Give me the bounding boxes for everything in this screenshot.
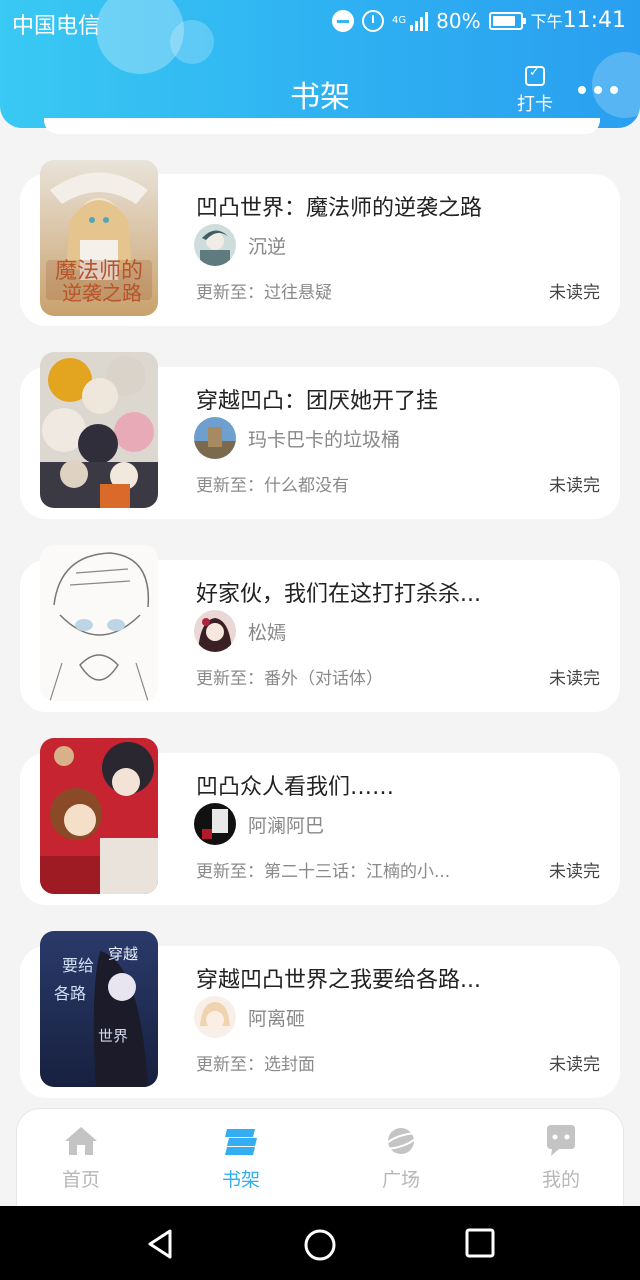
clock: 11:41	[562, 8, 626, 33]
author-avatar	[194, 996, 236, 1038]
tab-label: 首页	[61, 1169, 100, 1191]
svg-text:逆袭之路: 逆袭之路	[62, 281, 142, 305]
latest-chapter: 过往悬疑	[264, 283, 332, 303]
read-status: 未读完	[549, 283, 600, 303]
recents-square-icon[interactable]	[465, 1228, 495, 1258]
tab-mine[interactable]: 我的	[511, 1125, 611, 1192]
system-nav-bar	[0, 1206, 640, 1280]
author-name: 阿澜阿巴	[248, 814, 325, 837]
svg-text:要给: 要给	[62, 956, 94, 975]
home-icon	[65, 1127, 97, 1155]
calendar-check-icon	[525, 65, 545, 86]
author-name: 玛卡巴卡的垃圾桶	[248, 428, 401, 451]
tab-label: 我的	[541, 1169, 580, 1191]
author-row: 阿澜阿巴	[194, 803, 324, 845]
author-name: 阿离砸	[248, 1007, 306, 1030]
status-icons: 4G 80% 下午11:41	[332, 8, 626, 33]
author-row: 玛卡巴卡的垃圾桶	[194, 417, 400, 459]
tab-plaza[interactable]: 广场	[351, 1125, 451, 1192]
author-avatar	[194, 803, 236, 845]
latest-chapter: 第二十三话：江楠的小...	[264, 862, 451, 882]
update-info: 更新至：过往悬疑	[196, 283, 332, 303]
author-avatar	[194, 610, 236, 652]
read-status: 未读完	[549, 476, 600, 496]
book-cover[interactable]	[40, 738, 158, 894]
planet-icon	[383, 1128, 419, 1154]
read-status: 未读完	[549, 1055, 600, 1075]
tab-label: 书架	[221, 1169, 260, 1191]
read-status: 未读完	[549, 862, 600, 882]
back-triangle-icon[interactable]	[144, 1228, 176, 1260]
checkin-label: 打卡	[517, 94, 553, 115]
book-cover[interactable]	[40, 545, 158, 701]
book-title: 凹凸世界：魔法师的逆袭之路	[196, 196, 483, 221]
author-avatar	[194, 417, 236, 459]
checkin-button[interactable]: 打卡	[512, 65, 558, 116]
more-dots-icon	[578, 86, 586, 94]
home-circle-icon[interactable]	[303, 1228, 337, 1262]
signal-icon	[410, 11, 429, 31]
book-title: 凹凸众人看我们……	[196, 775, 395, 800]
chat-bubble-icon	[547, 1125, 575, 1156]
book-title: 好家伙，我们在这打打杀杀...	[196, 582, 481, 607]
author-name: 松嫣	[248, 621, 287, 644]
carrier-name: 中国电信	[12, 14, 101, 39]
update-info: 更新至：什么都没有	[196, 476, 349, 496]
author-name: 沉逆	[248, 235, 287, 258]
app-header: 中国电信 4G 80% 下午11:41 书架 打卡	[0, 0, 640, 128]
author-row: 松嫣	[194, 610, 286, 652]
update-info: 更新至：第二十三话：江楠的小...	[196, 862, 451, 882]
svg-text:穿越: 穿越	[108, 945, 138, 963]
time-ampm: 下午	[530, 12, 563, 31]
latest-chapter: 番外（对话体）	[264, 669, 383, 689]
author-avatar	[194, 224, 236, 266]
battery-icon	[488, 11, 526, 30]
read-status: 未读完	[549, 669, 600, 689]
previous-card-edge	[44, 118, 600, 134]
battery-percent: 80%	[436, 8, 481, 33]
book-cover[interactable]: 要给 各路 穿越 世界	[40, 931, 158, 1087]
status-bar: 中国电信 4G 80% 下午11:41	[0, 0, 640, 44]
author-row: 阿离砸	[194, 996, 305, 1038]
book-title: 穿越凹凸：团厌她开了挂	[196, 389, 439, 414]
latest-chapter: 选封面	[264, 1055, 315, 1075]
book-title: 穿越凹凸世界之我要给各路...	[196, 968, 481, 993]
latest-chapter: 什么都没有	[264, 476, 349, 496]
network-type: 4G	[392, 14, 407, 26]
tab-label: 广场	[381, 1169, 420, 1191]
svg-text:各路: 各路	[54, 984, 86, 1003]
bottom-tab-bar: 首页 书架 广场 我的	[16, 1108, 624, 1212]
bookshelf-icon	[225, 1129, 257, 1155]
alarm-icon	[362, 9, 384, 32]
tab-home[interactable]: 首页	[31, 1125, 131, 1192]
svg-text:世界: 世界	[98, 1027, 128, 1045]
book-cover[interactable]: 魔法师的 逆袭之路	[40, 160, 158, 316]
tab-bookshelf[interactable]: 书架	[191, 1125, 291, 1192]
do-not-disturb-icon	[332, 9, 354, 32]
more-menu-button[interactable]	[578, 80, 618, 100]
update-info: 更新至：番外（对话体）	[196, 669, 383, 689]
author-row: 沉逆	[194, 224, 286, 266]
book-cover[interactable]	[40, 352, 158, 508]
update-info: 更新至：选封面	[196, 1055, 315, 1075]
